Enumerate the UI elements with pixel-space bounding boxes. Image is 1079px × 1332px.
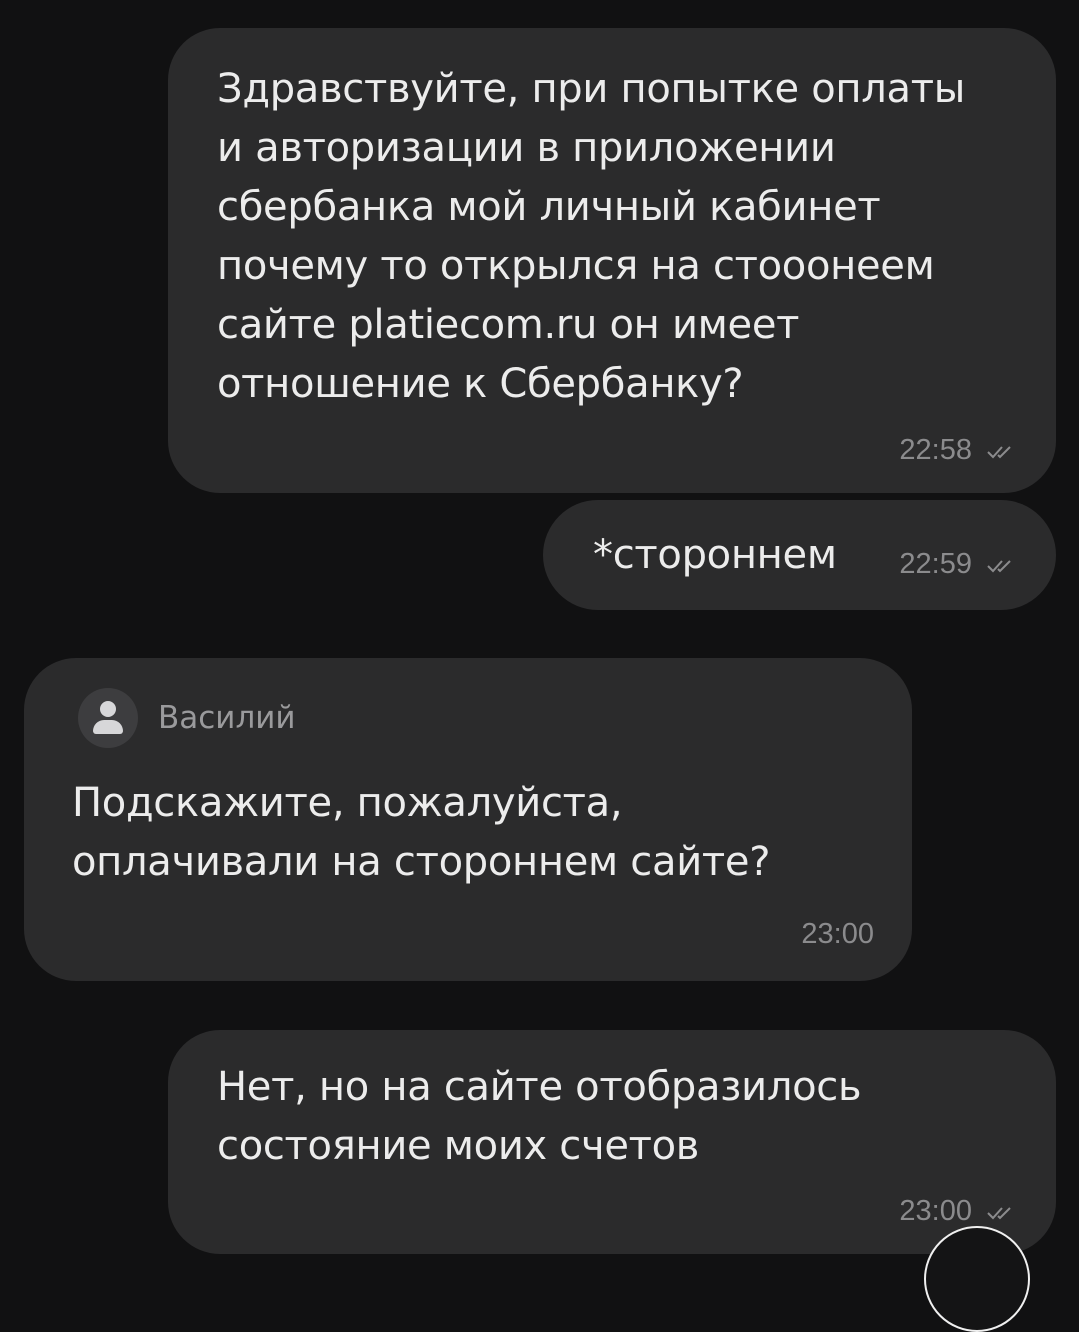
double-check-icon bbox=[987, 445, 1011, 458]
message-time: 22:59 bbox=[899, 548, 972, 580]
message-text: Подскажите, пожалуйста, оплачивали на ст… bbox=[72, 780, 771, 885]
message-meta: 22:58 bbox=[899, 434, 1016, 467]
message-text: Здравствуйте, при попытке оплаты и автор… bbox=[217, 66, 966, 407]
scroll-down-button[interactable] bbox=[924, 1226, 1030, 1332]
double-check-icon bbox=[987, 559, 1011, 572]
double-check-icon bbox=[987, 1206, 1011, 1219]
outgoing-message[interactable]: Нет, но на сайте отобразилось состояние … bbox=[168, 1030, 1056, 1254]
sender-name: Василий bbox=[158, 700, 296, 736]
message-time: 22:58 bbox=[899, 434, 972, 466]
message-meta: 23:00 bbox=[899, 1195, 1016, 1228]
message-text: Нет, но на сайте отобразилось состояние … bbox=[217, 1064, 862, 1169]
outgoing-message[interactable]: *стороннем 22:59 bbox=[543, 500, 1056, 610]
message-meta: 23:00 bbox=[801, 918, 874, 951]
sender-header: Василий bbox=[78, 688, 872, 748]
message-meta: 22:59 bbox=[899, 548, 1016, 581]
message-time: 23:00 bbox=[899, 1195, 972, 1227]
person-icon bbox=[78, 688, 138, 748]
incoming-message[interactable]: Василий Подскажите, пожалуйста, оплачива… bbox=[24, 658, 912, 981]
message-text: *стороннем bbox=[593, 531, 837, 578]
message-time: 23:00 bbox=[801, 918, 874, 950]
outgoing-message[interactable]: Здравствуйте, при попытке оплаты и автор… bbox=[168, 28, 1056, 493]
